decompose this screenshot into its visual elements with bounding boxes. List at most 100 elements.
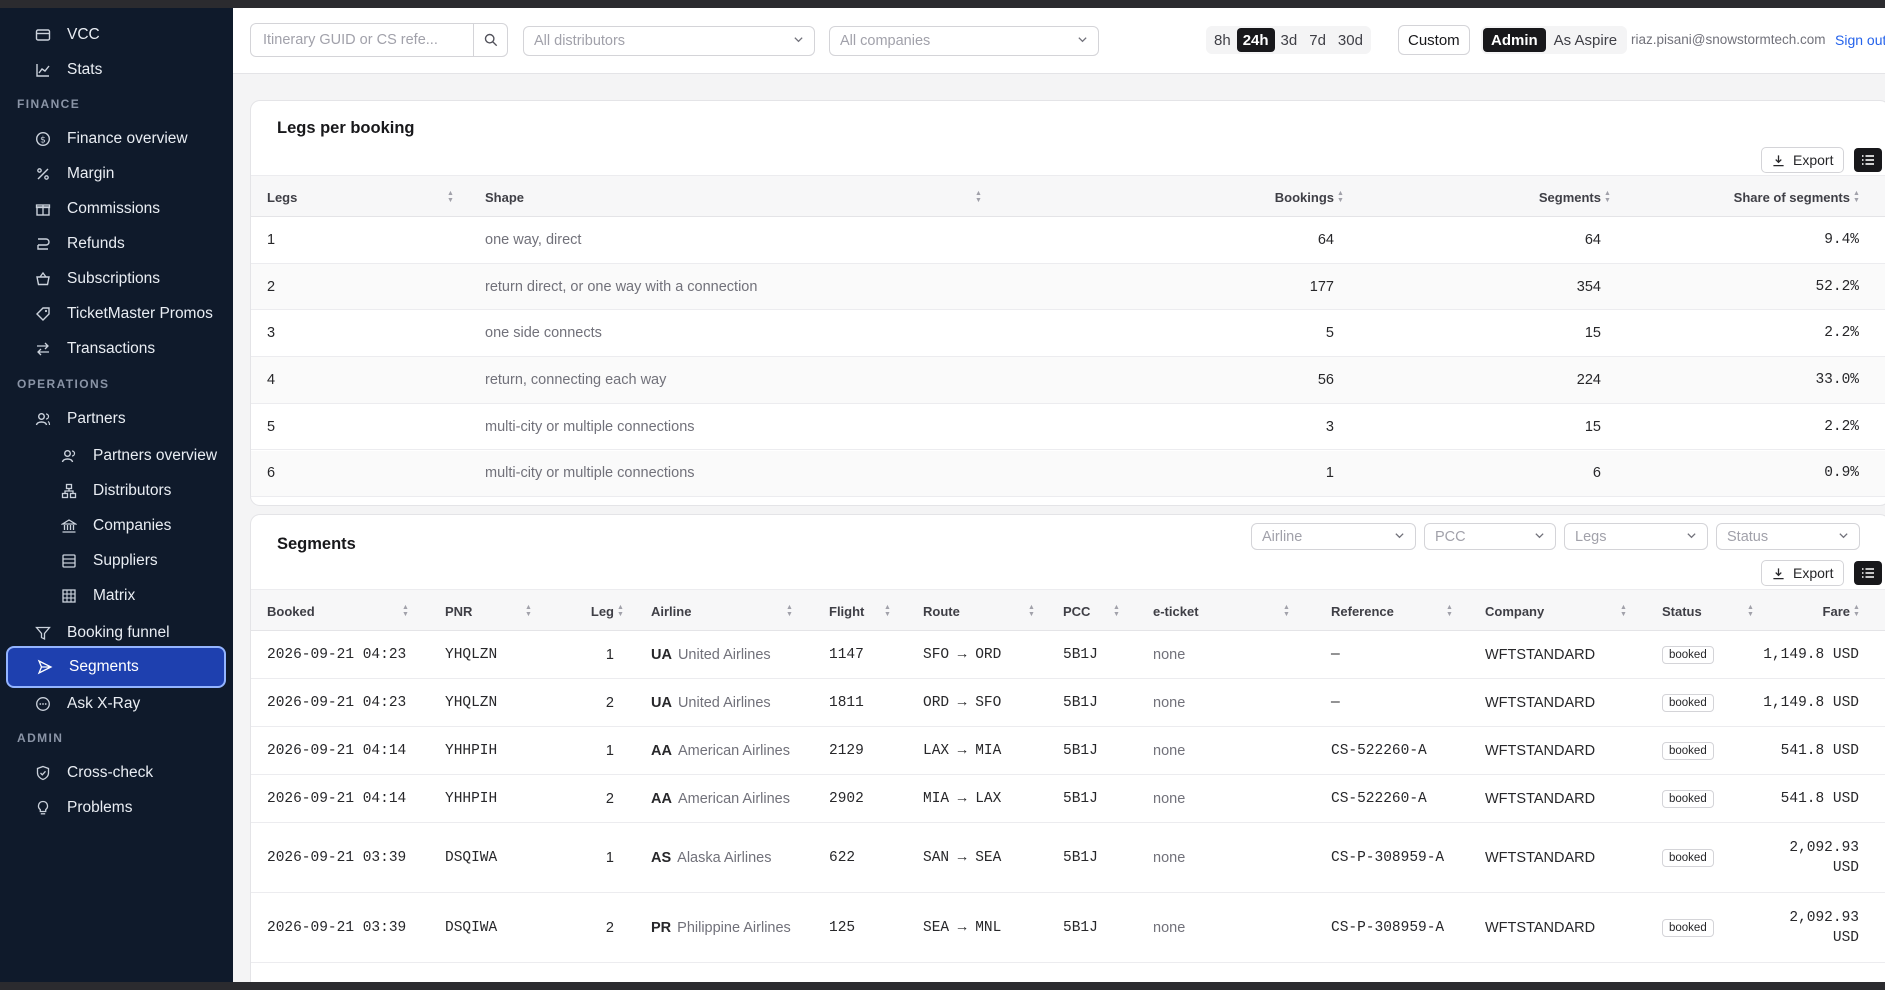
sidebar-item-partners[interactable]: Partners [6,398,226,440]
reference-cell: — [1331,694,1340,711]
table-row: 4 return, connecting each way 56 224 33.0% [251,357,1885,404]
column-header-airline[interactable]: Airline ▲ ▼ [651,590,801,632]
column-header-legs[interactable]: Legs ▲ ▼ [267,176,462,218]
segments-card: Segments Airline PCC Legs Status Export [250,514,1885,982]
sidebar-item-label: Suppliers [93,552,158,569]
table-row: 3 one side connects 5 15 2.2% [251,310,1885,358]
route-cell: SAN → SEA [923,849,1002,866]
fare-cell: 541.8 USD [1691,775,1859,822]
companies-select-value: All companies [840,33,931,49]
legs-filter[interactable]: Legs [1564,523,1708,550]
pcc-filter[interactable]: PCC [1424,523,1556,550]
airline-name: Philippine Airlines [677,919,791,936]
fare-amount: 2,092.93 [1789,909,1859,926]
share-cell: 52.2% [1815,278,1859,295]
column-header-shape[interactable]: Shape ▲ ▼ [485,176,990,218]
search-input[interactable] [251,25,473,55]
shape-cell: one way, direct [485,231,582,248]
column-header-pnr[interactable]: PNR ▲ ▼ [445,590,540,632]
range-24h[interactable]: 24h [1236,28,1275,52]
custom-range-button[interactable]: Custom [1398,25,1470,55]
column-header-flight[interactable]: Flight ▲ ▼ [829,590,899,632]
bookings-cell: 56 [1317,371,1334,388]
sidebar-item-segments[interactable]: Segments [6,646,226,688]
range-7d[interactable]: 7d [1303,28,1332,52]
pnr-cell: DSQIWA [445,919,498,936]
column-header-segments[interactable]: Segments ▲ ▼ [1451,176,1611,218]
share-cell: 9.4% [1824,231,1859,248]
table-row[interactable]: 2026-09-21 03:39 DSQIWA 2 PR Philippine Airl… [251,893,1885,963]
column-header-share-of-segments[interactable]: Share of segments ▲ ▼ [1651,176,1860,218]
pcc-filter-value: PCC [1435,528,1466,545]
table-row: 1 one way, direct 64 64 9.4% [251,217,1885,264]
sidebar-item-stats[interactable]: Stats [6,49,226,91]
check-circle-icon [34,764,52,782]
table-row[interactable]: 2026-09-21 04:14 YHHPIH 2 AA American Airlin… [251,775,1885,823]
sidebar-item-label: Finance overview [67,130,188,147]
status-filter[interactable]: Status [1716,523,1860,550]
sidebar-item-transactions[interactable]: Transactions [6,328,226,370]
export-button[interactable]: Export [1761,147,1845,173]
distributors-select[interactable]: All distributors [523,26,815,56]
search-button[interactable] [473,24,507,56]
route-cell: SFO → ORD [923,646,1002,663]
role-as-aspire[interactable]: As Aspire [1546,28,1625,52]
leg-cell: 2 [605,919,614,936]
view-toggle [1854,148,1885,172]
pcc-cell: 5B1J [1063,646,1098,663]
range-30d[interactable]: 30d [1332,28,1369,52]
sign-out-link[interactable]: Sign out [1835,32,1885,48]
reference-cell: CS-P-308959-A [1331,919,1445,936]
airline-code: UA [651,646,672,663]
column-header-e-ticket[interactable]: e-ticket ▲ ▼ [1153,590,1298,632]
column-header-pcc[interactable]: PCC ▲ ▼ [1063,590,1128,632]
e-ticket-cell: none [1153,694,1186,711]
column-header-company[interactable]: Company ▲ ▼ [1485,590,1635,632]
server-icon [60,552,78,570]
legs-cell: 6 [267,465,276,482]
export-button[interactable]: Export [1761,560,1845,586]
export-label: Export [1793,565,1834,581]
airline-cell: AA American Airlines [651,727,790,774]
sidebar-item-label: TicketMaster Promos [67,305,213,322]
legs-cell: 3 [267,325,276,342]
sort-icon: ▲ ▼ [1620,604,1627,618]
card-title: Legs per booking [277,119,415,137]
table-row[interactable]: 2026-09-21 04:14 YHHPIH 1 AA American Airlin… [251,727,1885,775]
sidebar-item-label: Partners overview [93,447,218,464]
sidebar-item-problems[interactable]: Problems [6,787,226,829]
sidebar-item-matrix[interactable]: Matrix [6,575,226,617]
column-header-bookings[interactable]: Bookings ▲ ▼ [1251,176,1344,218]
sort-icon: ▲ ▼ [884,604,891,618]
role-admin[interactable]: Admin [1483,28,1546,52]
column-header-reference[interactable]: Reference ▲ ▼ [1331,590,1461,632]
column-header-status[interactable]: Status ▲ ▼ [1662,590,1762,632]
table-row[interactable]: 2026-09-21 04:23 YHQLZN 2 UA United Airlines… [251,679,1885,727]
shape-cell: one side connects [485,325,602,342]
column-header-leg[interactable]: Leg ▲ ▼ [571,590,624,632]
chevron-down-icon [1838,530,1849,544]
range-3d[interactable]: 3d [1275,28,1304,52]
bookings-cell: 5 [1325,325,1334,342]
share-cell: 0.9% [1824,465,1859,482]
list-view-icon[interactable] [1854,561,1883,585]
chevron-down-icon [1077,34,1088,48]
airline-filter[interactable]: Airline [1251,523,1416,550]
range-8h[interactable]: 8h [1208,28,1237,52]
flight-cell: 125 [829,919,856,936]
pnr-cell: YHQLZN [445,694,498,711]
table-row[interactable]: 2026-09-21 03:39 DSQIWA 1 AS Alaska Airlines… [251,823,1885,893]
sidebar-item-label: Problems [67,799,133,816]
export-label: Export [1793,152,1834,168]
column-header-route[interactable]: Route ▲ ▼ [923,590,1043,632]
column-header-fare[interactable]: Fare ▲ ▼ [1791,590,1860,632]
table-row[interactable]: 2026-09-21 04:23 YHQLZN 1 UA United Airlines… [251,631,1885,679]
sort-icon: ▲ ▼ [617,604,624,618]
list-view-icon[interactable] [1854,148,1883,172]
chevron-down-icon [1394,530,1405,544]
companies-select[interactable]: All companies [829,26,1099,56]
sidebar-item-ask-x-ray[interactable]: Ask X-Ray [6,683,226,725]
column-header-booked[interactable]: Booked ▲ ▼ [267,590,417,632]
bookings-cell: 177 [1309,278,1334,295]
booked-cell: 2026-09-21 04:14 [267,790,407,807]
